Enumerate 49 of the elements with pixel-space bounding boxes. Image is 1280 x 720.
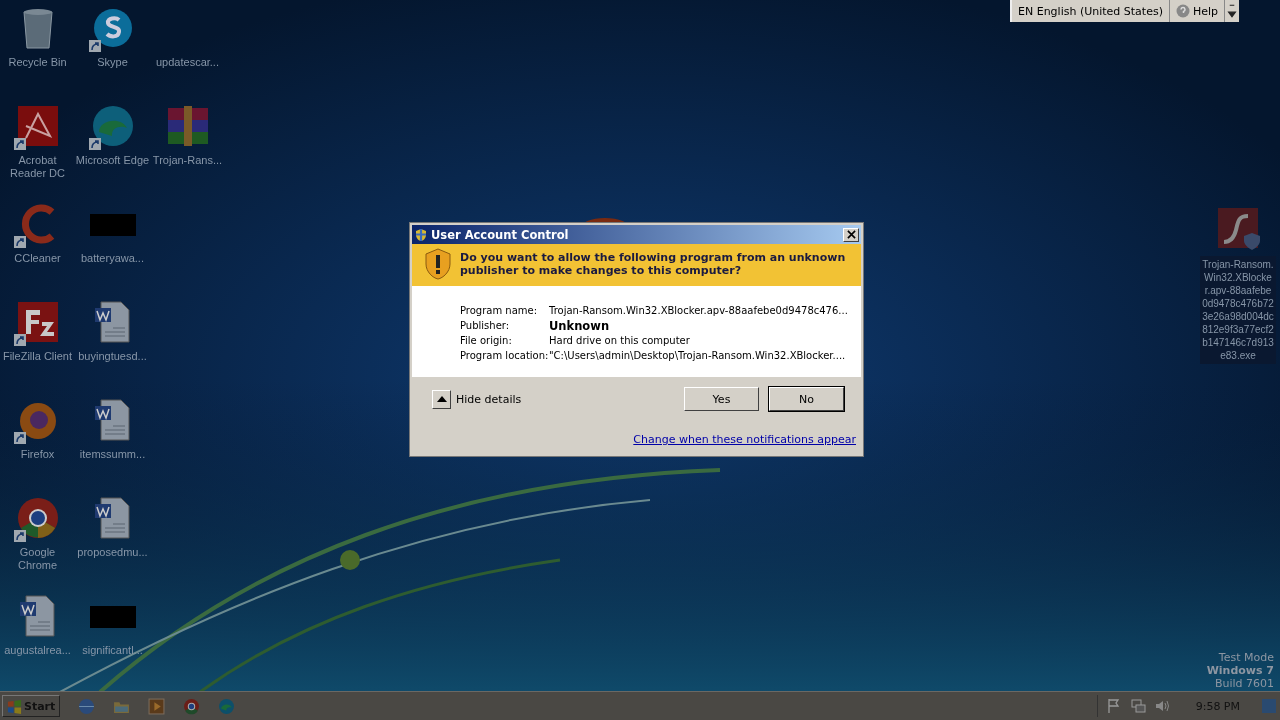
window-title: User Account Control (431, 227, 570, 242)
warning-shield-icon (424, 248, 452, 280)
os-build-text: Build 7601 (1214, 677, 1274, 690)
desktop-icon-label[interactable]: augustalrea... (0, 644, 75, 657)
desktop-icon-label[interactable]: buyingtuesd... (75, 350, 150, 363)
chrome-icon[interactable] (183, 697, 201, 715)
detail-value: Hard drive on this computer (549, 334, 690, 348)
desktop-icon-label[interactable]: Recycle Bin (0, 56, 75, 69)
desktop-icon-label[interactable]: FileZilla Client (0, 350, 75, 363)
speaker-icon[interactable] (1153, 698, 1170, 714)
edge-icon[interactable] (218, 697, 236, 715)
dialog-button[interactable]: Yes (684, 387, 759, 411)
detail-value: Trojan-Ransom.Win32.XBlocker.apv-88aafebe0d9478c476... (549, 304, 848, 318)
desktop-icon-label[interactable]: updatescar... (150, 56, 225, 69)
detail-label: Program location: (460, 349, 549, 363)
notification-settings-link[interactable]: Change when these notifications appear (633, 433, 856, 446)
options-arrow-icon[interactable] (1227, 3, 1238, 19)
internet-explorer-icon[interactable] (78, 697, 96, 715)
desktop-icon-label[interactable]: Trojan-Rans... (150, 154, 225, 167)
shield-icon (414, 227, 428, 242)
desktop-icon-label[interactable]: Acrobat Reader DC (0, 154, 75, 180)
dialog-button[interactable]: No (769, 387, 844, 411)
flag-icon[interactable] (1105, 698, 1122, 714)
details-toggle[interactable]: Hide details (432, 389, 522, 409)
desktop-icon-label[interactable]: CCleaner (0, 252, 75, 265)
desktop-icon-label[interactable]: Skype (75, 56, 150, 69)
desktop-icon-label[interactable]: batteryawa... (75, 252, 150, 265)
up-arrow-icon (436, 396, 447, 402)
desktop-icon-label[interactable]: Google Chrome (0, 546, 75, 572)
desktop-icon-label[interactable]: Firefox (0, 448, 75, 461)
close-icon (846, 230, 856, 239)
desktop-icon-label[interactable]: proposedmu... (75, 546, 150, 559)
detail-value: "C:\Users\admin\Desktop\Trojan-Ransom.Win32.XBlocker.... (549, 349, 846, 363)
os-build-text: Test Mode (1218, 651, 1274, 664)
uac-question: Do you want to allow the following program from an unknown publisher to make changes to this computer? (460, 251, 847, 277)
network-icon[interactable] (1129, 698, 1146, 714)
desktop-icon-label[interactable]: significantl... (75, 644, 150, 657)
os-build-text: Windows 7 (1206, 664, 1274, 677)
help-icon (1175, 4, 1190, 18)
desktop-icon-label[interactable]: Trojan-Ransom.Win32.XBlocker.apv-88aafebe0d9478c476b723e26a98d004dc812e9f3a77ecf2b147146c7d913e83.exe (1200, 256, 1276, 364)
desktop-icon-label[interactable]: itemssumm... (75, 448, 150, 461)
detail-label: Publisher: (460, 319, 511, 333)
detail-label: File origin: (460, 334, 513, 348)
detail-label: Program name: (460, 304, 539, 318)
close-button[interactable] (843, 227, 859, 242)
desktop-icon-label[interactable]: Microsoft Edge (75, 154, 150, 167)
detail-value: Unknown (549, 319, 610, 333)
windows-logo-icon (7, 698, 22, 714)
media-player-icon[interactable] (148, 697, 166, 715)
